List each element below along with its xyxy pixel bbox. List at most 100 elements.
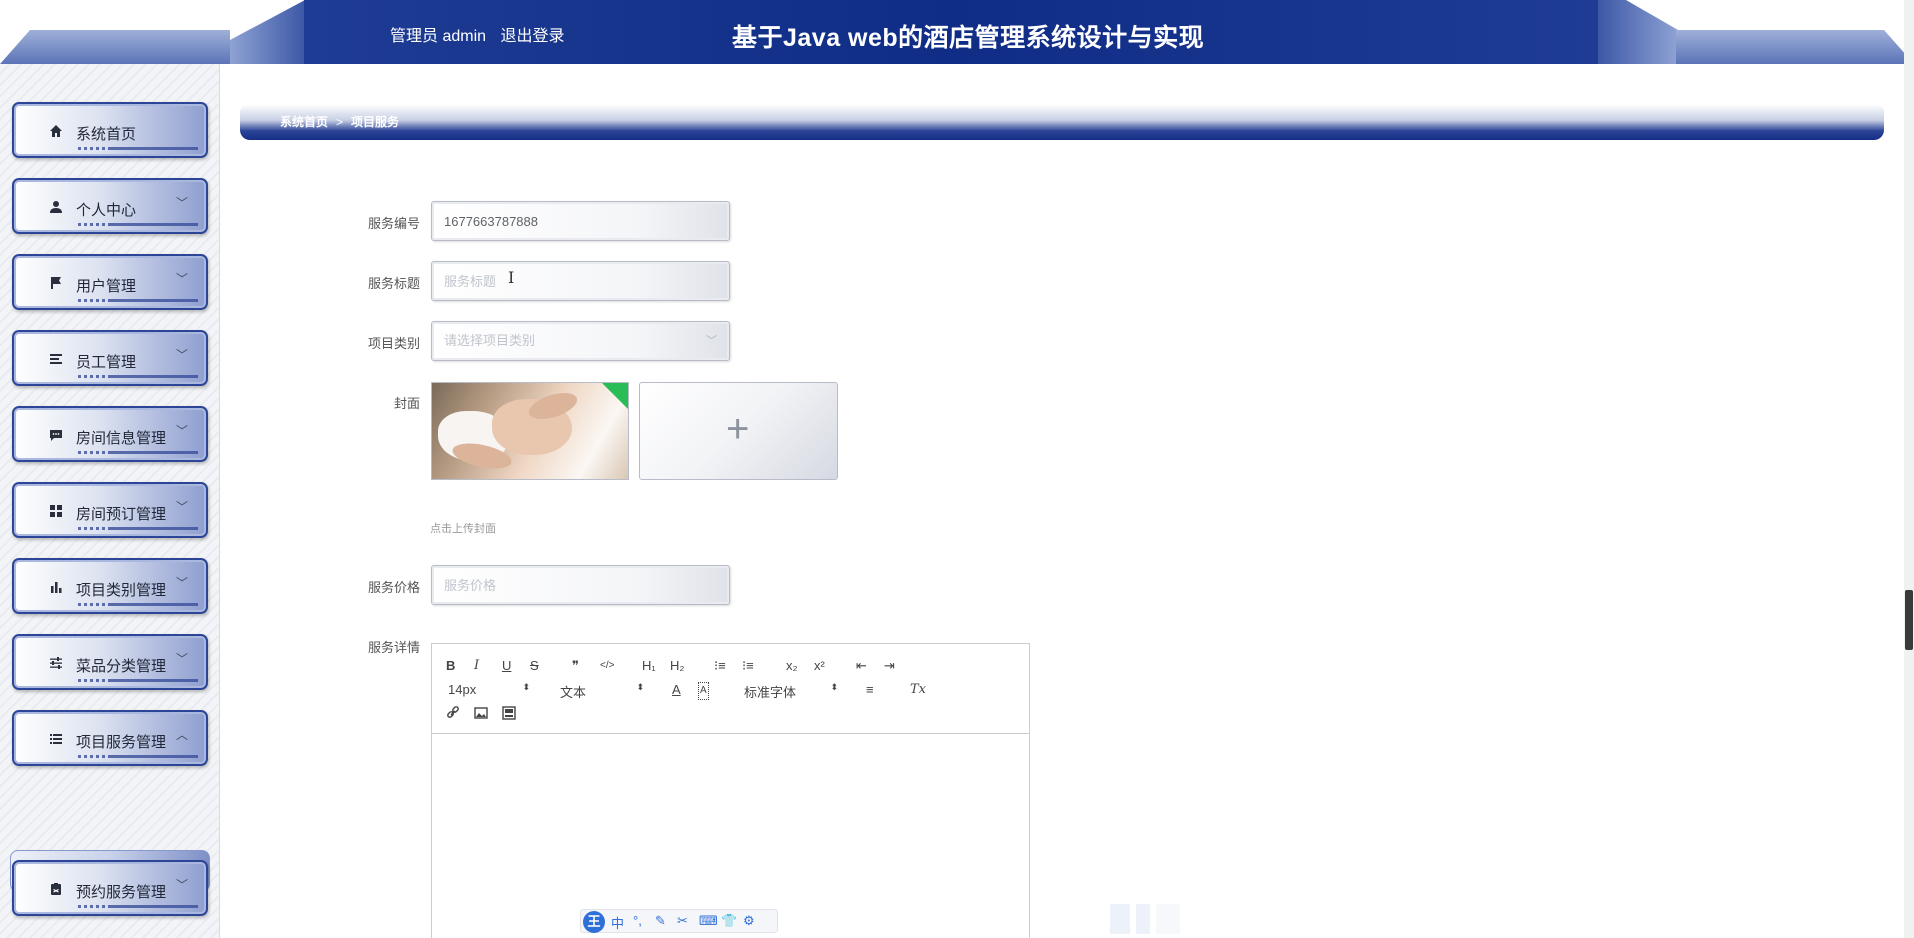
header-right-wing <box>1676 30 1914 64</box>
page-scrollbar[interactable] <box>1904 0 1914 938</box>
font-size-select[interactable]: 14px ⬍ <box>448 682 530 697</box>
align-button[interactable]: ≡ <box>866 682 874 698</box>
text-type-value: 文本 <box>560 685 587 700</box>
skin-icon[interactable]: 👕 <box>721 913 737 929</box>
font-family-select[interactable]: 标准字体 ⬍ <box>744 682 838 701</box>
scrollbar-thumb[interactable] <box>1905 590 1913 650</box>
link-button[interactable] <box>446 706 460 724</box>
message-icon <box>48 428 64 444</box>
service-no-field[interactable] <box>431 201 730 241</box>
cover-upload-button[interactable]: + <box>639 382 838 480</box>
breadcrumb-bar: 系统首页 > 项目服务 <box>240 104 1884 140</box>
chevron-down-icon: ﹀ <box>175 652 188 666</box>
gear-icon[interactable]: ⚙ <box>743 913 755 929</box>
breadcrumb: 系统首页 > 项目服务 <box>280 113 399 130</box>
logout-link[interactable]: 退出登录 <box>500 28 564 45</box>
service-title-field[interactable] <box>431 261 730 301</box>
font-family-value: 标准字体 <box>744 685 797 700</box>
chevron-up-icon: ︿ <box>175 728 188 742</box>
italic-button[interactable]: I <box>474 658 479 674</box>
sidebar-item-home[interactable]: 系统首页 <box>12 102 208 158</box>
menu-decoration <box>78 905 198 908</box>
sidebar-item-room-booking[interactable]: 房间预订管理 ﹀ <box>12 482 208 538</box>
image-icon <box>474 707 488 719</box>
sidebar-item-room-info[interactable]: 房间信息管理 ﹀ <box>12 406 208 462</box>
price-label: 服务价格 <box>367 580 420 595</box>
top-header: 管理员 admin 退出登录 基于Java web的酒店管理系统设计与实现 <box>0 0 1914 64</box>
plus-icon: + <box>726 407 750 451</box>
sidebar-item-profile[interactable]: 个人中心 ﹀ <box>12 178 208 234</box>
cover-image[interactable] <box>431 382 629 480</box>
code-button[interactable]: </> <box>600 658 614 674</box>
bar-chart-icon <box>48 580 64 596</box>
menu-decoration <box>78 755 198 758</box>
underline-button[interactable]: U <box>502 658 511 674</box>
text-type-select[interactable]: 文本 ⬍ <box>560 682 644 701</box>
ordered-list-button[interactable]: ⁝≡ <box>714 658 726 674</box>
category-placeholder: 请选择项目类别 <box>444 333 536 348</box>
outdent-button[interactable]: ⇤ <box>856 658 867 674</box>
menu-decoration <box>78 147 198 150</box>
background-color-button[interactable]: A <box>698 682 709 700</box>
pen-icon[interactable]: ✎ <box>655 913 666 929</box>
price-field[interactable] <box>431 565 730 605</box>
image-button[interactable] <box>474 706 488 724</box>
sidebar: 系统首页 个人中心 ﹀ 用户管理 ﹀ 员工管理 ﹀ 房间信息管理 ﹀ 房间预订管… <box>0 64 220 938</box>
subscript-button[interactable]: x₂ <box>786 658 798 674</box>
font-color-button[interactable]: A <box>672 682 681 698</box>
category-label: 项目类别 <box>367 336 420 351</box>
menu-decoration <box>78 451 198 454</box>
chevron-down-icon: ﹀ <box>706 335 717 347</box>
menu-decoration <box>78 299 198 302</box>
video-icon <box>502 706 516 720</box>
clean-format-button[interactable]: Tx <box>910 682 926 698</box>
sort-icon: ⬍ <box>522 682 530 692</box>
sidebar-item-label: 菜品分类管理 <box>76 658 167 675</box>
sidebar-item-label: 房间信息管理 <box>76 430 167 447</box>
grid-icon <box>48 504 64 520</box>
quote-button[interactable]: ❞ <box>572 658 579 674</box>
sliders-icon <box>48 656 64 672</box>
category-select[interactable]: 请选择项目类别 ﹀ <box>431 321 730 361</box>
breadcrumb-separator: > <box>336 115 344 129</box>
h2-button[interactable]: H₂ <box>670 658 684 674</box>
user-icon <box>48 200 64 216</box>
editor-content-area[interactable] <box>432 735 1029 938</box>
superscript-button[interactable]: x² <box>814 658 825 674</box>
h1-button[interactable]: H₁ <box>642 658 656 674</box>
video-button[interactable] <box>502 706 516 724</box>
text-cursor-icon: I <box>508 268 515 287</box>
sidebar-item-project-category[interactable]: 项目类别管理 ﹀ <box>12 558 208 614</box>
strike-button[interactable]: S <box>530 658 539 674</box>
service-no-label: 服务编号 <box>367 216 420 231</box>
ime-logo-icon[interactable]: 王 <box>583 911 605 933</box>
keyboard-icon[interactable]: ⌨ <box>699 913 718 929</box>
ime-language-toggle[interactable]: 中 <box>611 913 624 932</box>
indent-button[interactable]: ⇥ <box>884 658 895 674</box>
rich-text-editor: B I U S ❞ </> H₁ H₂ ⁝≡ ⁝≡ x₂ x² ⇤ ⇥ 14px… <box>431 643 1030 938</box>
list-icon <box>48 352 64 368</box>
sidebar-item-label: 房间预订管理 <box>76 506 167 523</box>
user-box: 管理员 admin 退出登录 <box>390 22 575 46</box>
chevron-down-icon: ﹀ <box>175 424 188 438</box>
sidebar-item-project-service[interactable]: 项目服务管理 ︿ <box>12 710 208 766</box>
sidebar-item-dish-category[interactable]: 菜品分类管理 ﹀ <box>12 634 208 690</box>
faded-background-graphic <box>1110 904 1180 934</box>
breadcrumb-home[interactable]: 系统首页 <box>280 115 328 129</box>
link-icon <box>447 706 459 718</box>
chevron-down-icon: ﹀ <box>175 500 188 514</box>
menu-decoration <box>78 223 198 226</box>
menu-decoration <box>78 603 198 606</box>
font-size-value: 14px <box>448 682 477 697</box>
punctuation-icon[interactable]: °, <box>633 913 642 928</box>
sidebar-item-appointment-service[interactable]: 预约服务管理 ﹀ <box>12 860 208 916</box>
scissors-icon[interactable]: ✂ <box>677 913 688 929</box>
bullet-list-button[interactable]: ⁝≡ <box>742 658 754 674</box>
menu-decoration <box>78 679 198 682</box>
menu-decoration <box>78 375 198 378</box>
sidebar-item-users[interactable]: 用户管理 ﹀ <box>12 254 208 310</box>
bold-button[interactable]: B <box>446 658 455 674</box>
chevron-down-icon: ﹀ <box>175 272 188 286</box>
sidebar-item-staff[interactable]: 员工管理 ﹀ <box>12 330 208 386</box>
menu-decoration <box>78 527 198 530</box>
